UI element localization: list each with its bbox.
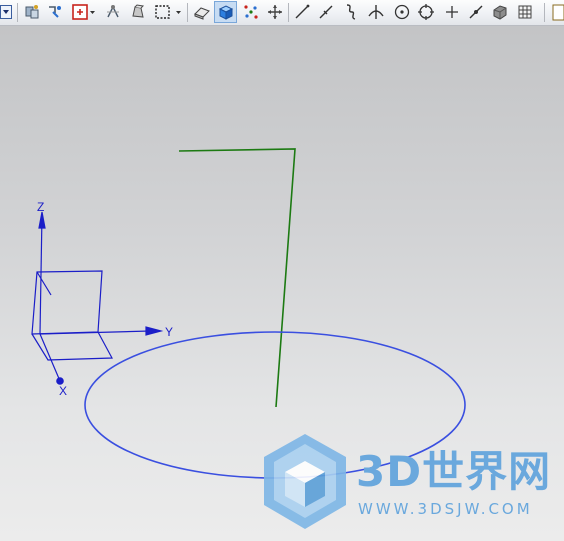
y-axis [39,330,151,335]
toolbar-separator [17,3,18,22]
toolbar-separator [187,3,188,22]
show-hide-icon[interactable] [22,2,42,22]
sketch-polyline[interactable] [178,148,296,408]
edge-point-icon[interactable] [466,2,486,22]
triad-box-edge [36,271,52,296]
plus-point-icon[interactable] [442,2,462,22]
line-icon[interactable] [292,2,312,22]
eraser-icon[interactable] [192,2,212,22]
snap-point-icon[interactable] [45,2,65,22]
z-axis [39,213,43,335]
arc-icon[interactable] [366,2,386,22]
circle-quadrant-icon[interactable] [416,2,436,22]
overflow-icon[interactable] [550,2,564,22]
watermark-logo [264,434,346,529]
y-axis-label: Y [165,325,173,339]
graphics-viewport[interactable]: Z Y X 3D世界网 WWW.3DSJW.COM [0,26,564,541]
snap-grid-icon[interactable] [241,2,261,22]
select-filter-icon[interactable] [71,2,97,22]
toolbar-separator [544,3,545,22]
top-toolbar [0,0,564,26]
x-axis [39,333,61,382]
watermark-text: 3D世界网 [356,447,552,496]
coordinate-system-icon [31,211,164,385]
y-axis-arrow [145,326,164,336]
pan-icon[interactable] [128,2,148,22]
z-axis-label: Z [37,200,44,214]
line-point-icon[interactable] [316,2,336,22]
orient-view-icon[interactable] [103,2,123,22]
watermark-url: WWW.3DSJW.COM [358,500,533,518]
face-icon[interactable] [490,2,510,22]
box-select-icon[interactable] [153,2,183,22]
dropdown-arrow-icon[interactable] [0,2,12,22]
move-icon[interactable] [265,2,285,22]
circle-center-icon[interactable] [392,2,412,22]
x-axis-label: X [59,384,67,398]
toolbar-separator [288,3,289,22]
triad-box-edge [31,331,113,361]
spline-icon[interactable] [341,2,361,22]
shaded-cube-icon[interactable] [214,1,237,23]
z-axis-arrow [38,211,46,229]
grid-icon[interactable] [515,2,535,22]
